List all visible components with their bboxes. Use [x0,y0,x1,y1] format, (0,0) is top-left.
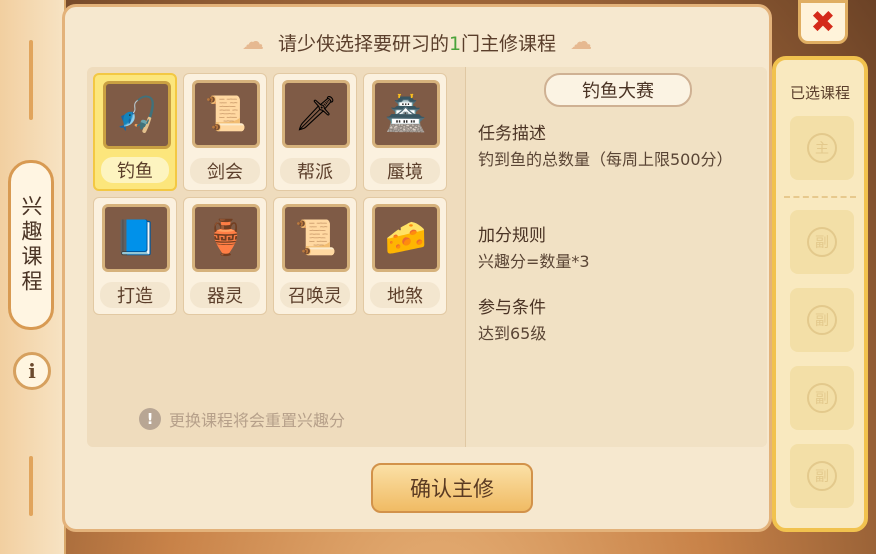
panel-header: ☁ 请少侠选择要研习的1门主修课程 ☁ [65,27,769,57]
cloud-decor-icon: ☁ [241,29,264,55]
course-detail-area: 钓鱼大赛 任务描述 钓到鱼的总数量（每周上限500分） 加分规则 兴趣分=数量*… [465,67,767,447]
gold-ingot-icon: 🧀 [372,204,440,272]
course-selection-panel: ☁ 请少侠选择要研习的1门主修课程 ☁ 🎣 钓鱼 📜 剑会 🗡 帮派 🏯 蜃境 … [62,4,772,532]
info-icon: i [28,359,36,383]
exclamation-icon: ! [139,408,161,430]
score-text: 兴趣分=数量*3 [478,252,590,271]
course-label: 打造 [100,282,170,308]
side-decor-line [29,456,33,516]
book-icon: 📘 [102,204,170,272]
course-item-fishing[interactable]: 🎣 钓鱼 [93,73,177,191]
condition-text: 达到65级 [478,324,547,343]
minor-slot-icon: 副 [807,227,837,257]
tab-interest-courses[interactable]: 兴趣课程 [8,160,54,330]
scroll-icon: 📜 [192,80,260,148]
jar-icon: 🏺 [192,204,260,272]
selected-courses-column: 已选课程 主 副 副 副 副 [772,56,868,532]
course-label: 钓鱼 [101,157,169,183]
course-item-sword-meet[interactable]: 📜 剑会 [183,73,267,191]
course-label: 蜃境 [370,158,440,184]
score-label: 加分规则 [478,226,546,246]
task-text: 钓到鱼的总数量（每周上限500分） [478,150,733,169]
course-label: 器灵 [190,282,260,308]
selected-slot-minor[interactable]: 副 [790,366,854,430]
course-item-mirage[interactable]: 🏯 蜃境 [363,73,447,191]
content-area: 🎣 钓鱼 📜 剑会 🗡 帮派 🏯 蜃境 📘 打造 🏺 器灵 📜 召唤灵 🧀 地煞… [87,67,767,447]
condition-label: 参与条件 [478,298,546,318]
course-label: 剑会 [190,158,260,184]
panel-title: 请少侠选择要研习的1门主修课程 [277,32,557,55]
course-label: 召唤灵 [280,282,350,308]
course-item-forging[interactable]: 📘 打造 [93,197,177,315]
course-item-guild[interactable]: 🗡 帮派 [273,73,357,191]
slot-divider [784,196,856,198]
course-label: 帮派 [280,158,350,184]
hint-text: 更换课程将会重置兴趣分 [169,411,346,430]
cloud-decor-icon: ☁ [570,29,593,55]
selected-slot-major[interactable]: 主 [790,116,854,180]
major-slot-icon: 主 [807,133,837,163]
course-grid-area: 🎣 钓鱼 📜 剑会 🗡 帮派 🏯 蜃境 📘 打造 🏺 器灵 📜 召唤灵 🧀 地煞… [87,67,465,447]
task-label: 任务描述 [478,124,546,144]
course-item-summon-spirit[interactable]: 📜 召唤灵 [273,197,357,315]
minor-slot-icon: 副 [807,383,837,413]
minor-slot-icon: 副 [807,461,837,491]
confirm-major-button[interactable]: 确认主修 [371,463,533,513]
course-label: 地煞 [370,282,440,308]
fishing-rod-icon: 🎣 [103,81,171,149]
sword-icon: 🗡 [282,80,350,148]
close-button[interactable]: ✖ [798,0,848,44]
detail-title: 钓鱼大赛 [544,73,692,107]
info-button[interactable]: i [13,352,51,390]
minor-slot-icon: 副 [807,305,837,335]
close-icon: ✖ [810,4,836,40]
score-rule: 加分规则 兴趣分=数量*3 [478,223,758,275]
selected-slot-minor[interactable]: 副 [790,288,854,352]
course-item-artifact-spirit[interactable]: 🏺 器灵 [183,197,267,315]
task-description: 任务描述 钓到鱼的总数量（每周上限500分） [478,121,758,173]
course-item-earth-fiend[interactable]: 🧀 地煞 [363,197,447,315]
tab-label: 兴趣课程 [19,195,43,295]
pavilion-icon: 🏯 [372,80,440,148]
course-grid: 🎣 钓鱼 📜 剑会 🗡 帮派 🏯 蜃境 📘 打造 🏺 器灵 📜 召唤灵 🧀 地煞 [93,73,453,315]
selected-slot-minor[interactable]: 副 [790,444,854,508]
side-decor-line [29,40,33,120]
participation-condition: 参与条件 达到65级 [478,295,758,347]
selected-slot-minor[interactable]: 副 [790,210,854,274]
reset-hint: ! 更换课程将会重置兴趣分 [139,407,345,431]
selected-courses-title: 已选课程 [789,84,850,102]
summon-scroll-icon: 📜 [282,204,350,272]
